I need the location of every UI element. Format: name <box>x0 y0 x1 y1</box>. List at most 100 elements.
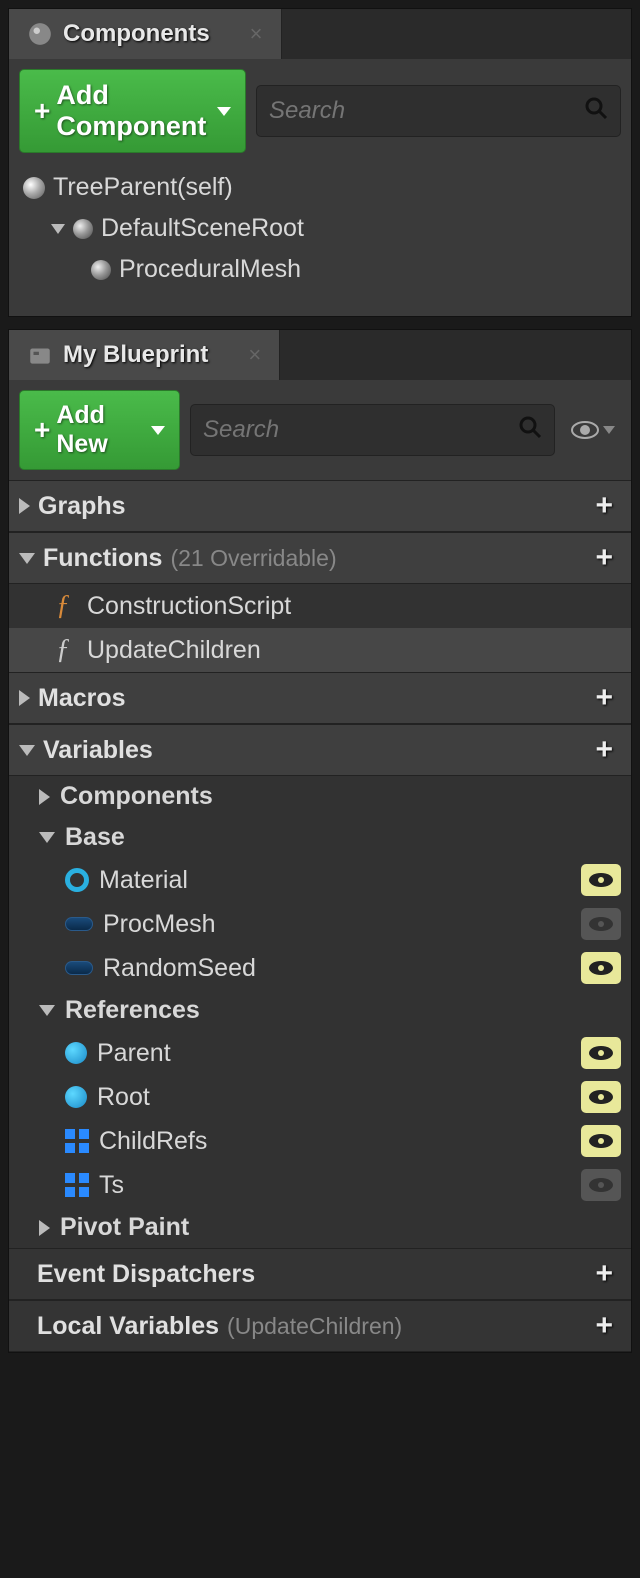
add-function-button[interactable]: + <box>587 541 621 575</box>
vargroup-label: Components <box>60 782 213 811</box>
expand-icon[interactable] <box>39 1220 50 1236</box>
locals-title: Local Variables <box>19 1312 219 1341</box>
blueprint-search[interactable] <box>190 404 555 456</box>
add-graph-button[interactable]: + <box>587 489 621 523</box>
vargroup-references[interactable]: References <box>9 990 631 1031</box>
close-icon[interactable]: × <box>250 21 263 47</box>
eye-icon <box>589 1134 613 1148</box>
vargroup-label: References <box>65 996 200 1025</box>
add-macro-button[interactable]: + <box>587 681 621 715</box>
functions-sub: (21 Overridable) <box>170 545 336 572</box>
category-macros[interactable]: Macros + <box>9 672 631 724</box>
vargroup-pivot[interactable]: Pivot Paint <box>9 1207 631 1248</box>
var-label: Ts <box>99 1171 124 1200</box>
function-label: ConstructionScript <box>87 592 291 621</box>
functions-title: Functions <box>43 544 162 573</box>
tree-label-mesh: ProceduralMesh <box>119 255 301 284</box>
variable-array-icon <box>65 1173 89 1197</box>
vargroup-label: Pivot Paint <box>60 1213 189 1242</box>
collapse-icon[interactable] <box>39 832 55 843</box>
category-variables[interactable]: Variables + <box>9 724 631 776</box>
var-label: Parent <box>97 1039 171 1068</box>
graphs-title: Graphs <box>38 492 126 521</box>
tree-item-self[interactable]: TreeParent(self) <box>19 167 621 208</box>
add-component-button[interactable]: + Add Component <box>19 69 246 153</box>
collapse-icon[interactable] <box>39 1005 55 1016</box>
components-search[interactable] <box>256 85 621 137</box>
expand-icon[interactable] <box>19 690 30 706</box>
visibility-toggle[interactable] <box>581 952 621 984</box>
var-childrefs[interactable]: ChildRefs <box>9 1119 631 1163</box>
visibility-toggle[interactable] <box>581 1125 621 1157</box>
add-local-button[interactable]: + <box>587 1309 621 1343</box>
variable-object-icon <box>65 917 93 931</box>
visibility-toggle[interactable] <box>581 908 621 940</box>
blueprint-tab-title: My Blueprint <box>63 341 208 369</box>
eye-icon <box>589 1090 613 1104</box>
expand-icon[interactable] <box>39 789 50 805</box>
vargroup-components[interactable]: Components <box>9 776 631 817</box>
macros-title: Macros <box>38 684 126 713</box>
components-tab-icon <box>27 21 53 47</box>
close-icon[interactable]: × <box>248 342 261 368</box>
eye-icon <box>589 917 613 931</box>
visibility-toggle[interactable] <box>581 864 621 896</box>
expand-icon[interactable] <box>51 224 65 234</box>
components-tab-row: Components × <box>9 9 631 59</box>
blueprint-categories: Graphs + Functions (21 Overridable) + ƒ … <box>9 480 631 1352</box>
vargroup-base[interactable]: Base <box>9 817 631 858</box>
eye-icon <box>589 1046 613 1060</box>
category-dispatchers[interactable]: Event Dispatchers + <box>9 1248 631 1300</box>
blueprint-panel: My Blueprint × + Add New <box>8 329 632 1353</box>
components-search-input[interactable] <box>269 97 584 125</box>
tree-item-sceneroot[interactable]: DefaultSceneRoot <box>19 208 621 249</box>
chevron-down-icon <box>151 426 165 435</box>
var-label: RandomSeed <box>103 954 256 983</box>
scene-icon <box>73 219 93 239</box>
mesh-icon <box>91 260 111 280</box>
var-label: ProcMesh <box>103 910 216 939</box>
dispatchers-title: Event Dispatchers <box>19 1260 255 1289</box>
visibility-toggle[interactable] <box>581 1037 621 1069</box>
view-options-button[interactable] <box>565 420 621 440</box>
visibility-toggle[interactable] <box>581 1081 621 1113</box>
components-toolbar: + Add Component <box>19 69 621 153</box>
add-new-button[interactable]: + Add New <box>19 390 180 470</box>
blueprint-body: + Add New <box>9 380 631 470</box>
var-label: ChildRefs <box>99 1127 207 1156</box>
eye-icon <box>589 1178 613 1192</box>
function-icon: ƒ <box>49 634 77 666</box>
var-parent[interactable]: Parent <box>9 1031 631 1075</box>
var-material[interactable]: Material <box>9 858 631 902</box>
var-ts[interactable]: Ts <box>9 1163 631 1207</box>
eye-icon <box>589 873 613 887</box>
variable-material-icon <box>65 868 89 892</box>
chevron-down-icon <box>217 107 231 116</box>
eye-icon <box>589 961 613 975</box>
function-updatechildren[interactable]: ƒ UpdateChildren <box>9 628 631 672</box>
category-graphs[interactable]: Graphs + <box>9 480 631 532</box>
tree-item-mesh[interactable]: ProceduralMesh <box>19 249 621 290</box>
category-locals[interactable]: Local Variables (UpdateChildren) + <box>9 1300 631 1352</box>
plus-icon: + <box>34 95 50 127</box>
visibility-toggle[interactable] <box>581 1169 621 1201</box>
expand-icon[interactable] <box>19 498 30 514</box>
variable-actor-icon <box>65 1042 87 1064</box>
tree-label-self: TreeParent(self) <box>53 173 233 202</box>
var-randomseed[interactable]: RandomSeed <box>9 946 631 990</box>
blueprint-search-input[interactable] <box>203 416 518 444</box>
add-dispatcher-button[interactable]: + <box>587 1257 621 1291</box>
category-functions[interactable]: Functions (21 Overridable) + <box>9 532 631 584</box>
components-tab-title: Components <box>63 20 210 48</box>
function-label: UpdateChildren <box>87 636 261 665</box>
eye-icon <box>571 420 599 440</box>
var-procmesh[interactable]: ProcMesh <box>9 902 631 946</box>
collapse-icon[interactable] <box>19 745 35 756</box>
function-constructionscript[interactable]: ƒ ConstructionScript <box>9 584 631 628</box>
collapse-icon[interactable] <box>19 553 35 564</box>
var-label: Material <box>99 866 188 895</box>
blueprint-tab[interactable]: My Blueprint × <box>9 330 280 380</box>
var-root[interactable]: Root <box>9 1075 631 1119</box>
add-variable-button[interactable]: + <box>587 733 621 767</box>
components-tab[interactable]: Components × <box>9 9 282 59</box>
